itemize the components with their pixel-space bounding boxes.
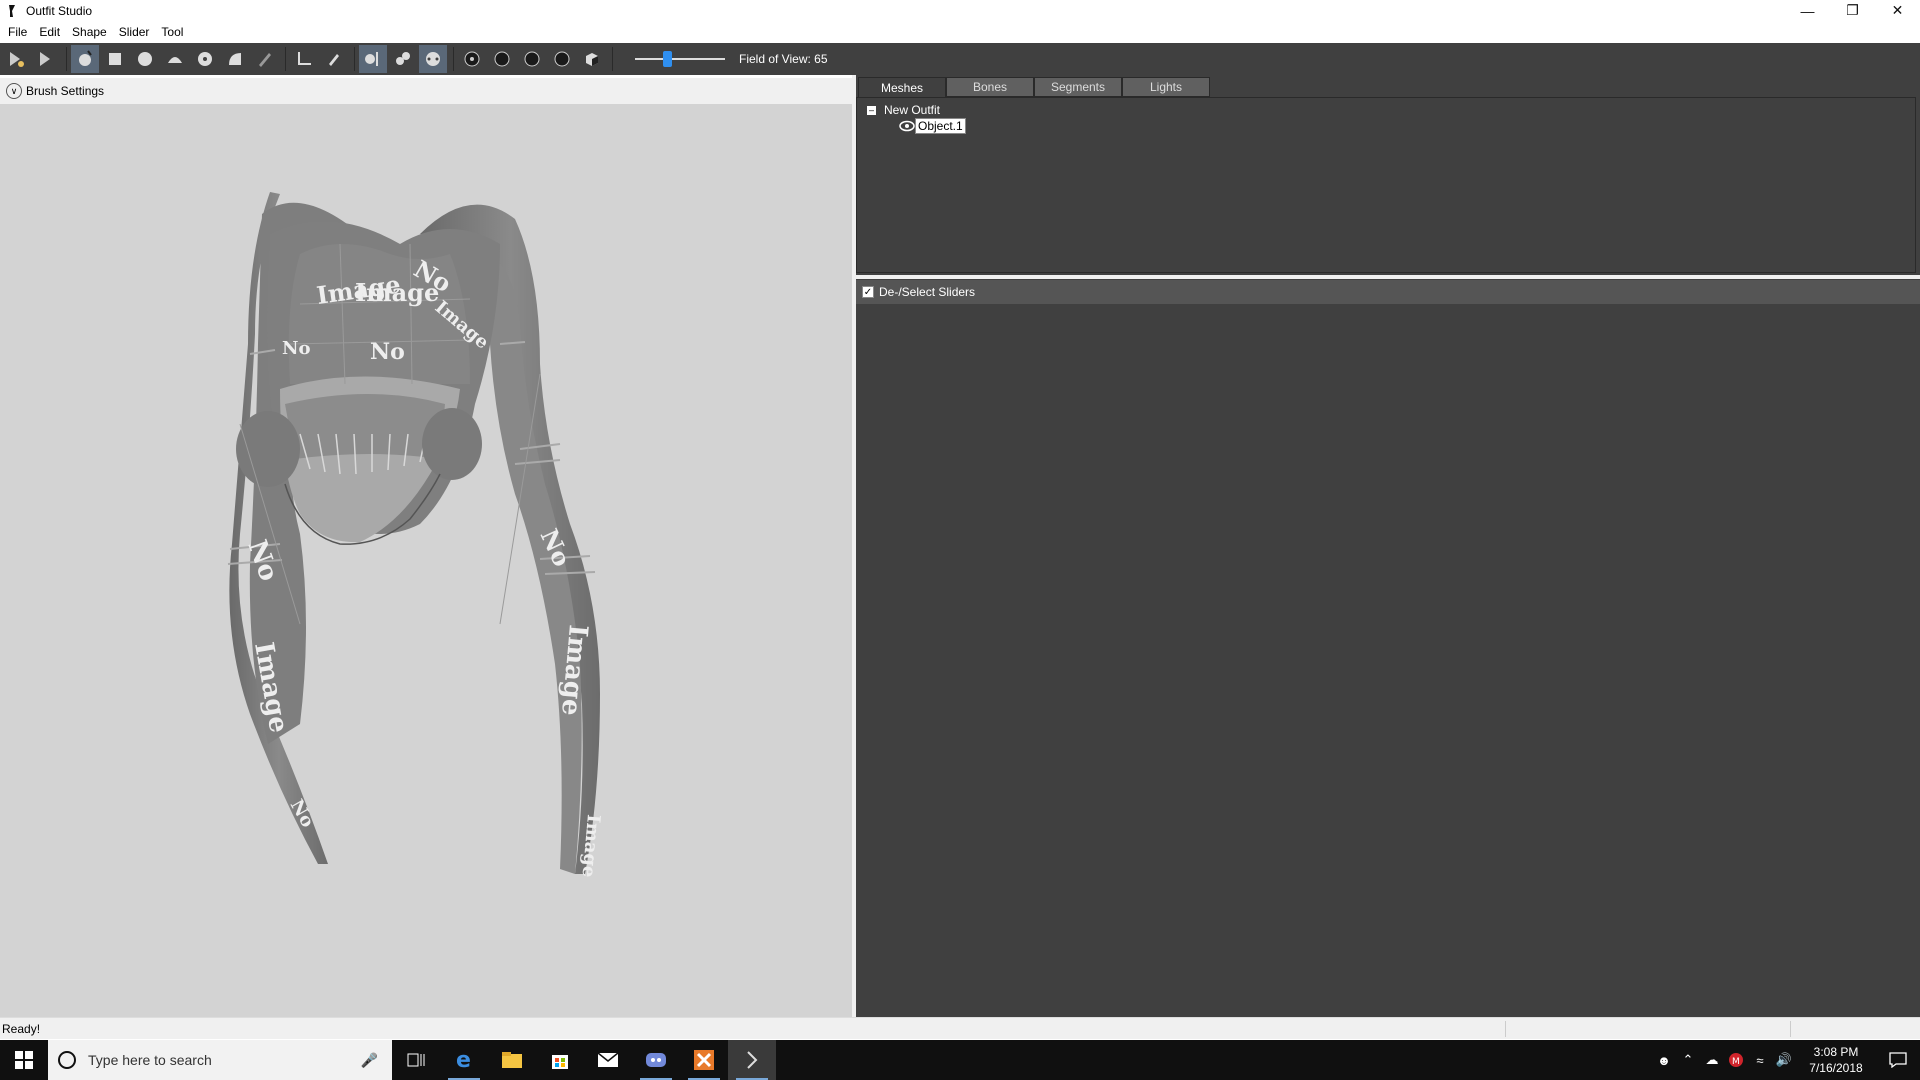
- toolbar-separator: [354, 47, 355, 71]
- cortana-icon: [58, 1051, 76, 1069]
- chevron-down-icon[interactable]: ∨: [6, 83, 22, 99]
- people-icon[interactable]: ☻: [1652, 1053, 1676, 1068]
- checkbox-checked-icon[interactable]: ✓: [862, 286, 874, 298]
- discord-icon[interactable]: [632, 1040, 680, 1080]
- menu-file[interactable]: File: [2, 25, 33, 39]
- toolbar-separator: [453, 47, 454, 71]
- toolbar: Field of View: 65: [0, 43, 1920, 75]
- select-tool-icon[interactable]: [2, 45, 30, 73]
- toolbar-separator: [66, 47, 67, 71]
- toolbar-separator: [285, 47, 286, 71]
- edge-browser-icon[interactable]: e: [440, 1040, 488, 1080]
- status-divider: [1505, 1021, 1506, 1037]
- title-bar: Outfit Studio — ❐ ✕: [0, 0, 1920, 21]
- panel-tabs: Meshes Bones Segments Lights: [858, 77, 1210, 97]
- status-divider: [1790, 1021, 1791, 1037]
- brush-settings-header[interactable]: ∨ Brush Settings: [0, 78, 852, 104]
- store-icon[interactable]: [536, 1040, 584, 1080]
- sliders-toggle-label: De-/Select Sliders: [879, 285, 976, 299]
- sliders-header: ✓ De-/Select Sliders: [856, 280, 1920, 304]
- windows-start-icon[interactable]: [0, 1040, 48, 1080]
- mail-icon[interactable]: [584, 1040, 632, 1080]
- texture-word: No: [370, 339, 405, 365]
- search-placeholder: Type here to search: [88, 1052, 212, 1068]
- mesh-tree[interactable]: – New Outfit Object.1: [856, 97, 1916, 273]
- tree-item-label: Object.1: [915, 118, 966, 134]
- tree-root-label: New Outfit: [884, 103, 941, 117]
- task-view-icon[interactable]: [392, 1040, 440, 1080]
- window-title: Outfit Studio: [26, 3, 93, 18]
- menu-bar: File Edit Shape Slider Tool: [0, 22, 1920, 42]
- volume-icon[interactable]: 🔊: [1772, 1052, 1796, 1068]
- weight-brush-icon[interactable]: [221, 45, 249, 73]
- lighting-view-icon[interactable]: [518, 45, 546, 73]
- texture-view-icon[interactable]: [548, 45, 576, 73]
- antivirus-icon[interactable]: M: [1724, 1053, 1748, 1067]
- tab-bones[interactable]: Bones: [946, 77, 1034, 97]
- outfit-studio-taskbar-icon[interactable]: [728, 1040, 776, 1080]
- svg-text:e: e: [456, 1049, 471, 1071]
- clock-time: 3:08 PM: [1813, 1045, 1859, 1059]
- bodyslide-icon[interactable]: [680, 1040, 728, 1080]
- file-explorer-icon[interactable]: [488, 1040, 536, 1080]
- panel-splitter-horizontal[interactable]: [856, 275, 1920, 279]
- svg-text:M: M: [1732, 1057, 1740, 1067]
- status-text: Ready!: [2, 1021, 41, 1036]
- eye-icon[interactable]: [899, 120, 915, 132]
- transform-tool-icon[interactable]: [32, 45, 60, 73]
- chevron-up-icon[interactable]: ⌃: [1676, 1052, 1700, 1068]
- menu-shape[interactable]: Shape: [66, 25, 113, 39]
- menu-edit[interactable]: Edit: [33, 25, 66, 39]
- fov-slider[interactable]: [635, 45, 725, 73]
- move-brush-icon[interactable]: [161, 45, 189, 73]
- fov-label: Field of View: 65: [739, 52, 828, 66]
- notification-icon[interactable]: [1876, 1040, 1920, 1080]
- tree-root[interactable]: – New Outfit: [867, 103, 940, 117]
- system-tray: ☻ ⌃ ☁ M ≈ 🔊 3:08 PM 7/16/2018: [1652, 1040, 1920, 1080]
- toolbar-separator: [612, 47, 613, 71]
- color-brush-icon[interactable]: [251, 45, 279, 73]
- mask-view-icon[interactable]: [578, 45, 606, 73]
- deflate-brush-icon[interactable]: [131, 45, 159, 73]
- close-icon[interactable]: ✕: [1875, 0, 1920, 21]
- mirror-x-icon[interactable]: [359, 45, 387, 73]
- minimize-icon[interactable]: —: [1785, 0, 1830, 21]
- clock-date: 7/16/2018: [1809, 1061, 1863, 1075]
- status-bar: Ready!: [0, 1017, 1920, 1039]
- smooth-brush-icon[interactable]: [191, 45, 219, 73]
- outfit-mesh-render: Image Image No No No Image No Image No I…: [227, 192, 604, 878]
- mask-brush-icon[interactable]: [71, 45, 99, 73]
- tab-segments[interactable]: Segments: [1034, 77, 1122, 97]
- clock[interactable]: 3:08 PM 7/16/2018: [1796, 1044, 1876, 1076]
- pen-tool-icon[interactable]: [320, 45, 348, 73]
- taskbar: Type here to search 🎤 e ☻ ⌃ ☁ M ≈ 🔊 3:08…: [0, 1040, 1920, 1080]
- wifi-icon[interactable]: ≈: [1748, 1053, 1772, 1068]
- xray-view-icon[interactable]: [458, 45, 486, 73]
- tree-item-object[interactable]: Object.1: [899, 118, 966, 134]
- tab-meshes[interactable]: Meshes: [858, 77, 946, 97]
- onedrive-icon[interactable]: ☁: [1700, 1052, 1724, 1068]
- inflate-brush-icon[interactable]: [101, 45, 129, 73]
- connected-only-icon[interactable]: [389, 45, 417, 73]
- tab-lights[interactable]: Lights: [1122, 77, 1210, 97]
- taskbar-search[interactable]: Type here to search 🎤: [48, 1040, 392, 1080]
- microphone-icon[interactable]: 🎤: [361, 1052, 378, 1069]
- collapse-icon[interactable]: –: [867, 105, 876, 115]
- texture-word: No: [282, 338, 310, 359]
- app-icon: [4, 3, 20, 19]
- right-panel: Meshes Bones Segments Lights – New Outfi…: [856, 75, 1920, 1017]
- brush-settings-label: Brush Settings: [26, 84, 105, 98]
- global-brush-icon[interactable]: [419, 45, 447, 73]
- 3d-viewport[interactable]: Image Image No No No Image No Image No I…: [0, 104, 852, 1017]
- menu-slider[interactable]: Slider: [113, 25, 156, 39]
- restore-icon[interactable]: ❐: [1830, 0, 1875, 21]
- fov-slider-thumb[interactable]: [663, 51, 672, 67]
- fov-slider-track: [635, 58, 725, 60]
- menu-tool[interactable]: Tool: [155, 25, 189, 39]
- wireframe-view-icon[interactable]: [488, 45, 516, 73]
- pivot-tool-icon[interactable]: [290, 45, 318, 73]
